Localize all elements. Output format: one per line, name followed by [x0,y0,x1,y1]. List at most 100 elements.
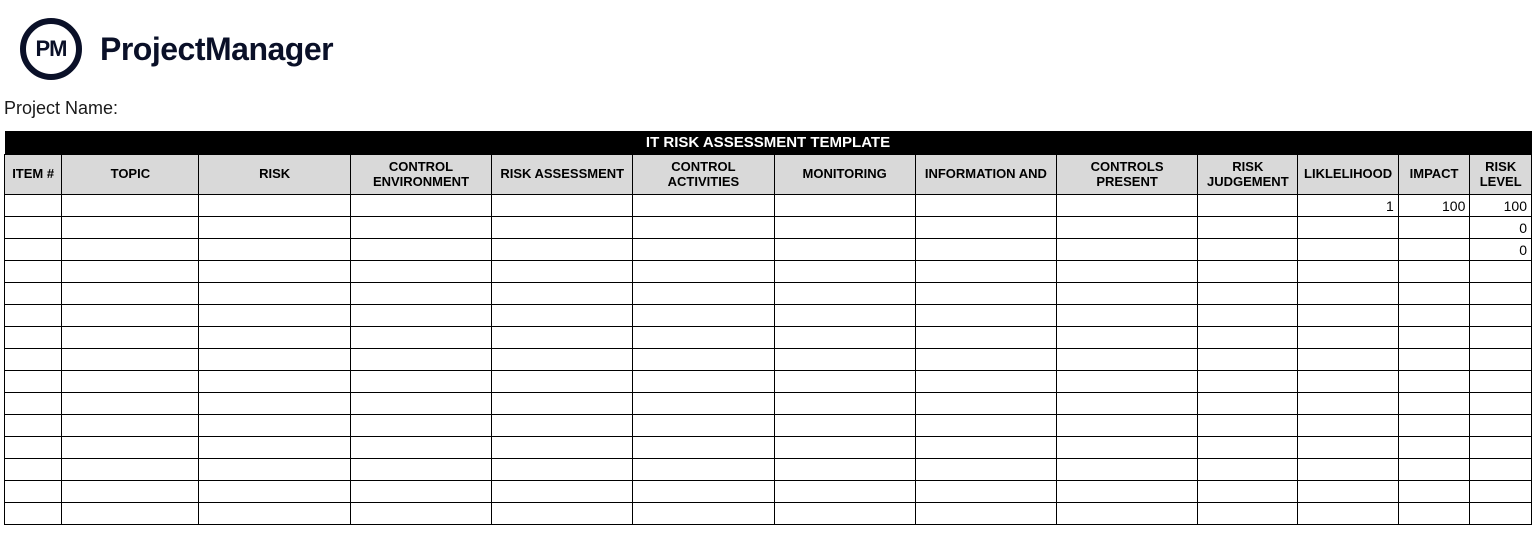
cell-control_env[interactable] [350,283,491,305]
cell-control_act[interactable] [633,481,774,503]
cell-controls_present[interactable] [1056,503,1197,525]
cell-monitoring[interactable] [774,327,915,349]
cell-risk_judge[interactable] [1198,195,1298,217]
cell-item[interactable] [5,261,62,283]
cell-controls_present[interactable] [1056,327,1197,349]
cell-risk_judge[interactable] [1198,371,1298,393]
cell-risk_level[interactable] [1470,371,1532,393]
cell-controls_present[interactable] [1056,393,1197,415]
cell-risk_judge[interactable] [1198,349,1298,371]
cell-info[interactable] [915,503,1056,525]
cell-info[interactable] [915,217,1056,239]
cell-likelihood[interactable] [1298,305,1398,327]
cell-info[interactable] [915,481,1056,503]
cell-control_env[interactable] [350,305,491,327]
cell-control_env[interactable] [350,503,491,525]
cell-risk_judge[interactable] [1198,437,1298,459]
cell-risk_judge[interactable] [1198,305,1298,327]
cell-impact[interactable] [1398,437,1470,459]
cell-likelihood[interactable] [1298,349,1398,371]
cell-risk_assess[interactable] [492,261,633,283]
cell-risk_judge[interactable] [1198,393,1298,415]
cell-item[interactable] [5,349,62,371]
cell-control_act[interactable] [633,327,774,349]
cell-impact[interactable] [1398,349,1470,371]
cell-risk_level[interactable] [1470,349,1532,371]
cell-control_env[interactable] [350,239,491,261]
cell-risk_assess[interactable] [492,415,633,437]
cell-topic[interactable] [62,393,199,415]
cell-controls_present[interactable] [1056,349,1197,371]
cell-risk[interactable] [199,437,350,459]
cell-control_act[interactable] [633,239,774,261]
cell-risk_level[interactable] [1470,393,1532,415]
cell-risk[interactable] [199,459,350,481]
cell-topic[interactable] [62,239,199,261]
cell-impact[interactable] [1398,503,1470,525]
cell-info[interactable] [915,195,1056,217]
cell-topic[interactable] [62,415,199,437]
cell-control_env[interactable] [350,349,491,371]
cell-info[interactable] [915,437,1056,459]
cell-item[interactable] [5,217,62,239]
cell-item[interactable] [5,437,62,459]
cell-risk_judge[interactable] [1198,503,1298,525]
cell-info[interactable] [915,283,1056,305]
cell-risk_assess[interactable] [492,239,633,261]
cell-topic[interactable] [62,217,199,239]
cell-control_act[interactable] [633,459,774,481]
cell-control_env[interactable] [350,217,491,239]
cell-risk_level[interactable] [1470,481,1532,503]
cell-item[interactable] [5,371,62,393]
cell-risk_assess[interactable] [492,349,633,371]
cell-controls_present[interactable] [1056,239,1197,261]
cell-control_env[interactable] [350,437,491,459]
cell-impact[interactable] [1398,305,1470,327]
cell-risk[interactable] [199,283,350,305]
cell-control_env[interactable] [350,195,491,217]
cell-control_act[interactable] [633,349,774,371]
cell-monitoring[interactable] [774,217,915,239]
cell-risk_level[interactable]: 0 [1470,217,1532,239]
cell-control_env[interactable] [350,371,491,393]
cell-monitoring[interactable] [774,261,915,283]
cell-likelihood[interactable] [1298,415,1398,437]
cell-risk[interactable] [199,239,350,261]
cell-risk[interactable] [199,503,350,525]
cell-control_env[interactable] [350,261,491,283]
cell-risk_judge[interactable] [1198,327,1298,349]
cell-risk_judge[interactable] [1198,459,1298,481]
cell-topic[interactable] [62,261,199,283]
cell-controls_present[interactable] [1056,283,1197,305]
cell-item[interactable] [5,415,62,437]
cell-risk_level[interactable] [1470,305,1532,327]
cell-item[interactable] [5,239,62,261]
cell-monitoring[interactable] [774,393,915,415]
cell-control_act[interactable] [633,371,774,393]
cell-impact[interactable] [1398,239,1470,261]
cell-risk[interactable] [199,481,350,503]
cell-risk_level[interactable] [1470,459,1532,481]
cell-topic[interactable] [62,283,199,305]
cell-monitoring[interactable] [774,503,915,525]
cell-controls_present[interactable] [1056,459,1197,481]
cell-control_act[interactable] [633,503,774,525]
cell-risk[interactable] [199,261,350,283]
cell-impact[interactable] [1398,283,1470,305]
cell-risk_level[interactable] [1470,503,1532,525]
cell-control_env[interactable] [350,393,491,415]
cell-risk_judge[interactable] [1198,239,1298,261]
cell-likelihood[interactable] [1298,239,1398,261]
cell-risk_judge[interactable] [1198,481,1298,503]
cell-controls_present[interactable] [1056,481,1197,503]
cell-info[interactable] [915,393,1056,415]
cell-monitoring[interactable] [774,283,915,305]
cell-topic[interactable] [62,371,199,393]
cell-risk[interactable] [199,393,350,415]
cell-impact[interactable] [1398,415,1470,437]
cell-monitoring[interactable] [774,371,915,393]
cell-risk_level[interactable] [1470,327,1532,349]
cell-monitoring[interactable] [774,349,915,371]
cell-likelihood[interactable] [1298,261,1398,283]
cell-impact[interactable] [1398,217,1470,239]
